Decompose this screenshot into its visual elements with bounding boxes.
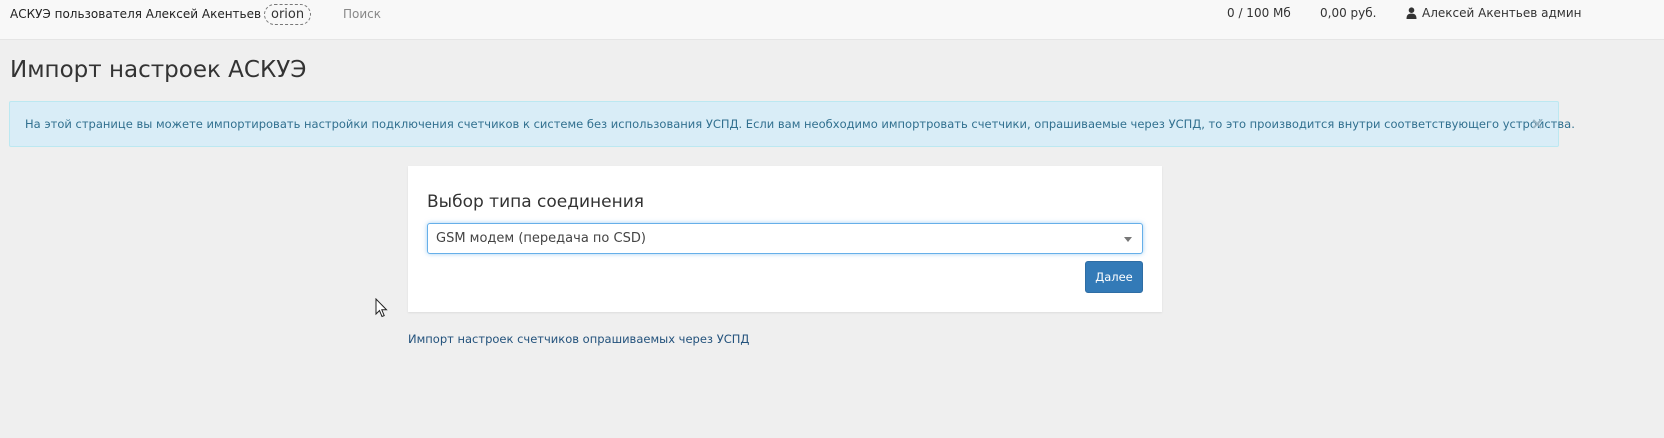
app-title[interactable]: АСКУЭ пользователя Алексей Акентьев: [10, 7, 261, 21]
connection-type-select[interactable]: GSM модем (передача по CSD): [427, 223, 1143, 254]
top-navbar: АСКУЭ пользователя Алексей Акентьев orio…: [0, 0, 1664, 40]
info-alert: На этой странице вы можете импортировать…: [9, 101, 1575, 147]
close-icon[interactable]: ×: [1531, 114, 1544, 134]
page-title: Импорт настроек АСКУЭ: [10, 57, 307, 83]
user-menu[interactable]: Алексей Акентьев админ: [1406, 6, 1581, 20]
import-uspd-link[interactable]: Импорт настроек счетчиков опрашиваемых ч…: [408, 332, 749, 346]
account-balance: 0,00 руб.: [1320, 6, 1377, 20]
alert-text: На этой странице вы можете импортировать…: [25, 117, 1575, 131]
storage-usage: 0 / 100 Мб: [1227, 6, 1291, 20]
mouse-cursor-icon: [375, 298, 388, 318]
caret-down-icon: [1124, 237, 1132, 242]
connection-type-panel: Выбор типа соединения GSM модем (передач…: [408, 166, 1162, 312]
user-icon: [1406, 7, 1417, 19]
panel-heading: Выбор типа соединения: [427, 192, 645, 212]
select-value: GSM модем (передача по CSD): [436, 231, 646, 246]
server-badge[interactable]: orion: [264, 4, 312, 25]
next-button[interactable]: Далее: [1085, 261, 1143, 293]
search-link[interactable]: Поиск: [343, 7, 381, 21]
user-name: Алексей Акентьев админ: [1422, 6, 1582, 20]
